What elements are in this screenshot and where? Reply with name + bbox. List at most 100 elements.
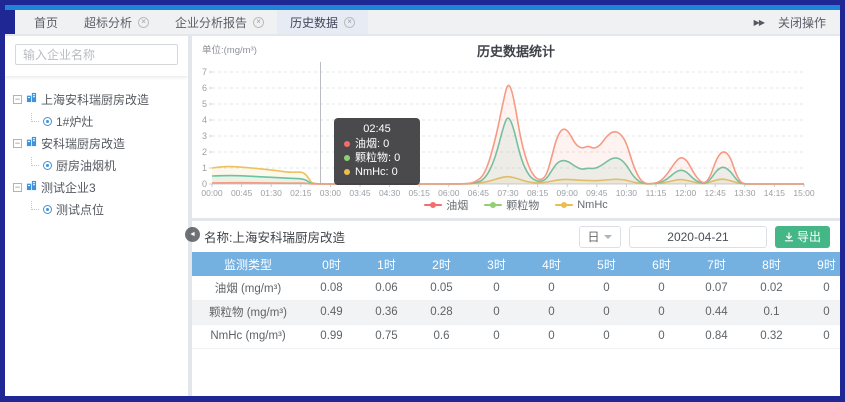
table-cell: 0 [799,300,840,324]
sidebar: − 上海安科瑞厨房改造 1#炉灶 −安科瑞厨房改造厨房油烟机−测试企业3 测试点位 [5,36,188,396]
tree-node-label: 测试点位 [56,201,104,218]
tab-item[interactable]: 企业分析报告× [162,10,277,34]
table-header: 监测类型0时1时2时3时4时5时6时7时8时9时 [192,252,840,276]
legend-item[interactable]: NmHc [555,197,608,213]
tab-close-icon[interactable]: × [344,17,355,28]
column-header: 4时 [524,252,579,276]
table-cell: 0 [469,300,524,324]
tab-label: 首页 [34,14,58,31]
download-icon [784,232,794,242]
forward-icon[interactable]: ▶▶ [754,18,764,27]
svg-text:7: 7 [202,67,207,77]
tree-node-point[interactable]: 1#炉灶 [13,110,180,132]
content-area: −上海安科瑞厨房改造1#炉灶−安科瑞厨房改造厨房油烟机−测试企业3测试点位 ◄ … [5,34,840,396]
export-button[interactable]: 导出 [775,226,830,248]
tab-item[interactable]: 超标分析× [71,10,162,34]
row-type-cell: 颗粒物 (mg/m³) [192,300,304,324]
tab-label: 历史数据 [290,14,338,31]
tree-node-enterprise[interactable]: −安科瑞厨房改造 [13,132,180,154]
svg-text:2: 2 [202,147,207,157]
collapse-toggle-icon[interactable]: − [13,95,22,104]
collapse-toggle-icon[interactable]: − [13,139,22,148]
tree-elbow-connector [31,113,39,122]
column-header: 7时 [689,252,744,276]
svg-text:3: 3 [202,131,207,141]
main-area: 单位:(mg/m³) 历史数据统计 0123456700:0000:4501:3… [192,36,840,396]
tree-node-label: 1#炉灶 [56,113,93,130]
table-controls: 日 导出 [579,226,830,248]
table-cell: 0.36 [359,300,414,324]
column-header: 8时 [744,252,799,276]
table-cell: 0.6 [414,324,469,348]
table-cell: 0.99 [304,324,359,348]
search-container [5,36,188,76]
legend-marker-icon [424,204,442,206]
tooltip-series-row: NmHc: 0 [344,165,410,179]
tooltip-series-dot-icon [344,169,350,175]
chart-tooltip: 02:45 油烟: 0颗粒物: 0NmHc: 0 [334,118,420,185]
table-header-row: 监测类型0时1时2时3时4时5时6时7时8时9时 [192,252,840,276]
table-row: NmHc (mg/m³)0.990.750.600000.840.320 [192,324,840,348]
table-toolbar: 名称:上海安科瑞厨房改造 日 导出 [192,221,840,252]
legend-dot-icon [561,202,567,208]
tab-bar: 首页超标分析×企业分析报告× 历史数据 × ▶▶ 关闭操作 [5,10,840,34]
table-cell: 0.75 [359,324,414,348]
enterprise-tree: − 上海安科瑞厨房改造 1#炉灶 −安科瑞厨房改造厨房油烟机−测试企业3 测试点位 [5,76,188,232]
sidebar-collapse-button[interactable]: ◄ [185,227,200,242]
tooltip-time: 02:45 [344,123,410,135]
monitor-point-icon [43,117,52,126]
building-icon [26,92,37,106]
close-operations-button[interactable]: 关闭操作 [778,14,826,31]
building-icon [26,180,37,194]
table-body: 油烟 (mg/m³)0.080.060.0500000.070.020颗粒物 (… [192,276,840,348]
tooltip-series-value: 油烟: 0 [355,137,389,151]
table-cell: 0 [634,276,689,300]
data-table-panel: 名称:上海安科瑞厨房改造 日 导出 [192,221,840,396]
enterprise-search-input[interactable] [15,44,178,65]
tooltip-series-value: 颗粒物: 0 [355,151,400,165]
column-header: 6时 [634,252,689,276]
legend-label: 颗粒物 [506,197,539,213]
table-cell: 0 [524,300,579,324]
tab-close-icon[interactable]: × [253,17,264,28]
history-chart-panel: 单位:(mg/m³) 历史数据统计 0123456700:0000:4501:3… [192,36,840,218]
legend-item[interactable]: 颗粒物 [484,197,539,213]
tooltip-series-row: 颗粒物: 0 [344,151,410,165]
legend-label: NmHc [577,199,608,211]
monitor-point-icon [43,205,52,214]
row-type-cell: 油烟 (mg/m³) [192,276,304,300]
table-cell: 0.84 [689,324,744,348]
tab-item[interactable]: 首页 [21,10,71,34]
table-cell: 0 [524,324,579,348]
column-header: 监测类型 [192,252,304,276]
svg-text:1: 1 [202,163,207,173]
collapse-toggle-icon[interactable]: − [13,183,22,192]
table-cell: 0.05 [414,276,469,300]
tooltip-series-row: 油烟: 0 [344,137,410,151]
tree-node-enterprise[interactable]: − 上海安科瑞厨房改造 [13,88,180,110]
date-picker-input[interactable] [629,226,767,248]
monitor-point-icon [43,161,52,170]
period-select-value: 日 [587,228,599,245]
table-cell: 0 [469,276,524,300]
table-row: 油烟 (mg/m³)0.080.060.0500000.070.020 [192,276,840,300]
tooltip-items: 油烟: 0颗粒物: 0NmHc: 0 [344,137,410,179]
table-row: 颗粒物 (mg/m³)0.490.360.2800000.440.10 [192,300,840,324]
legend-item[interactable]: 油烟 [424,197,468,213]
tree-node-point[interactable]: 测试点位 [13,198,180,220]
tree-node-enterprise[interactable]: −测试企业3 [13,176,180,198]
tree-node-label: 上海安科瑞厨房改造 [41,91,149,108]
table-cell: 0.07 [689,276,744,300]
row-type-cell: NmHc (mg/m³) [192,324,304,348]
column-header: 2时 [414,252,469,276]
table-scroll-area: 监测类型0时1时2时3时4时5时6时7时8时9时油烟 (mg/m³)0.080.… [192,252,840,349]
export-button-label: 导出 [797,228,821,245]
tab-item[interactable]: 历史数据 × [277,10,368,34]
app-window: 首页超标分析×企业分析报告× 历史数据 × ▶▶ 关闭操作 − 上海安科瑞厨房改造 1#… [0,0,845,402]
legend-dot-icon [430,202,436,208]
svg-text:6: 6 [202,83,207,93]
tab-close-icon[interactable]: × [138,17,149,28]
period-select[interactable]: 日 [579,226,621,248]
tree-node-point[interactable]: 厨房油烟机 [13,154,180,176]
tooltip-series-value: NmHc: 0 [355,165,398,179]
